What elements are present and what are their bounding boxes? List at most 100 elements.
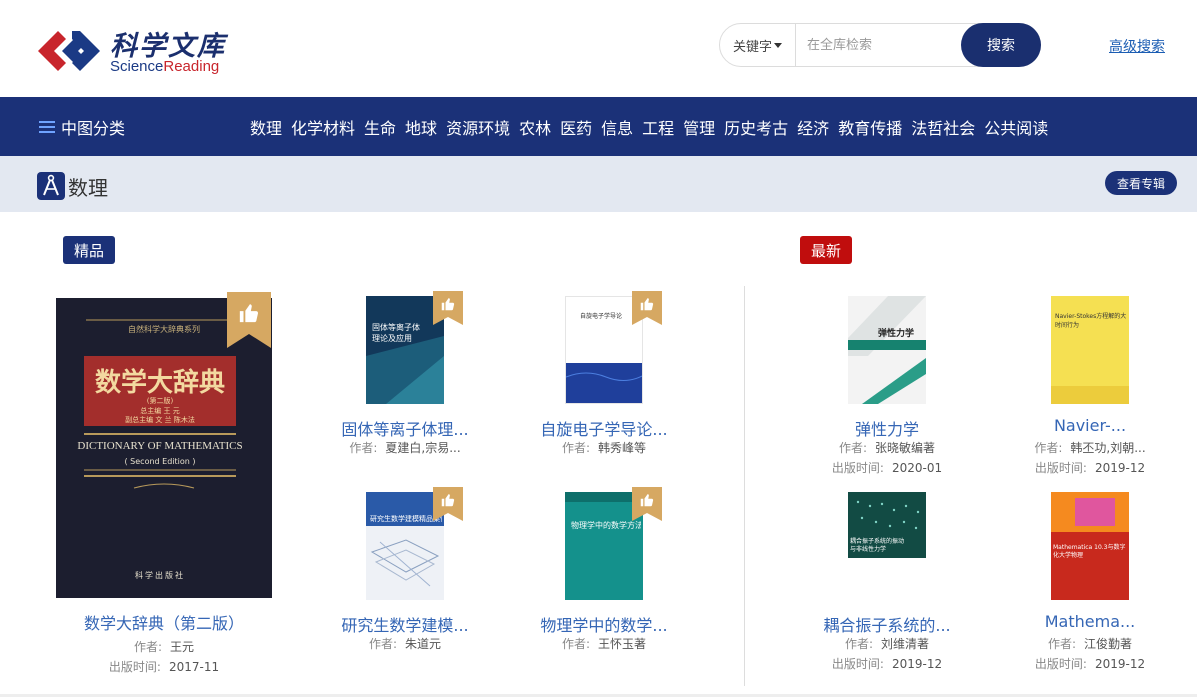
author-label: 作者: — [1047, 637, 1077, 651]
book-title-4[interactable]: 物理学中的数学... — [529, 612, 679, 636]
logo-en-science: Science — [110, 58, 164, 75]
cover-text: 物理学中的数学方法 — [571, 521, 641, 530]
latest-date-4: 出版时间: 2019-12 — [1015, 655, 1165, 672]
latest-cover-1[interactable]: 弹性力学 — [848, 296, 926, 404]
cover-text: 固体等离子体理论及应用 — [372, 323, 420, 343]
cover-text: 耦合振子系统的振动与非线性力学 — [850, 538, 905, 553]
cover-edition-en: ( Second Edition ) — [124, 457, 196, 466]
cover-text: Mathematica 10.3与数字化大学物理 — [1053, 544, 1126, 559]
author-value: 韩秀峰等 — [598, 441, 647, 455]
nav-item-history[interactable]: 历史考古 — [724, 115, 788, 139]
thumbs-up-icon — [640, 298, 654, 311]
recommend-ribbon-1 — [433, 291, 463, 325]
view-special-button[interactable]: 查看专辑 — [1105, 171, 1177, 195]
logo-mark-icon — [38, 31, 100, 71]
latest-author-2: 作者: 韩丕功,刘朝... — [1015, 439, 1165, 456]
featured-tag: 精品 — [63, 236, 116, 264]
recommend-ribbon-main — [227, 292, 271, 348]
section-header: 数理 — [0, 156, 1197, 212]
nav-item-agriculture[interactable]: 农林 — [519, 115, 551, 139]
latest-author-4: 作者: 江俊勤著 — [1015, 635, 1165, 652]
latest-cover-4[interactable]: Mathematica 10.3与数字化大学物理 — [1051, 492, 1129, 600]
cover-title-cn: 数学大辞典 — [94, 368, 225, 398]
column-divider — [744, 286, 745, 686]
date-label: 出版时间: — [108, 660, 161, 674]
category-nav: 中图分类 数理 化学材料 生命 地球 资源环境 农林 医药 信息 工程 管理 历… — [0, 97, 1197, 156]
author-label: 作者: — [844, 637, 874, 651]
nav-item-engineering[interactable]: 工程 — [642, 115, 674, 139]
latest-cover-2[interactable]: Navier-Stokes方程解的大时间行为 — [1051, 296, 1129, 404]
latest-title-2[interactable]: Navier-... — [1015, 416, 1165, 435]
date-label: 出版时间: — [831, 657, 884, 671]
site-logo[interactable]: 科学文库 ScienceReading — [38, 24, 238, 78]
book-title-2[interactable]: 自旋电子学导论... — [529, 416, 679, 440]
date-label: 出版时间: — [1034, 657, 1087, 671]
cover-publisher: 科学出版社 — [135, 571, 185, 580]
book-author-1: 作者: 夏建白,宗易... — [330, 439, 480, 456]
search-button[interactable]: 搜索 — [961, 23, 1041, 67]
nav-item-shuli[interactable]: 数理 — [250, 115, 282, 139]
nav-item-medicine[interactable]: 医药 — [560, 115, 592, 139]
latest-author-1: 作者: 张晓敏编著 — [812, 439, 962, 456]
book-title-main[interactable]: 数学大辞典（第二版） — [56, 610, 272, 634]
book-cover-art — [848, 296, 926, 404]
recommend-ribbon-4 — [632, 487, 662, 521]
thumbs-up-icon — [441, 494, 455, 507]
date-value: 2019-12 — [891, 657, 943, 671]
latest-author-3: 作者: 刘维清著 — [812, 635, 962, 652]
book-title-3[interactable]: 研究生数学建模... — [330, 612, 480, 636]
date-label: 出版时间: — [831, 461, 884, 475]
thumbs-up-icon — [441, 298, 455, 311]
cover-editor-2: 副总主编 文 兰 陈木法 — [125, 416, 195, 424]
book-author-main: 作者: 王元 — [56, 638, 272, 655]
nav-item-management[interactable]: 管理 — [683, 115, 715, 139]
recommend-ribbon-2 — [632, 291, 662, 325]
category-menu-label: 中图分类 — [61, 118, 126, 138]
category-menu-button[interactable]: 中图分类 — [39, 97, 125, 156]
nav-item-public-reading[interactable]: 公共阅读 — [984, 115, 1048, 139]
logo-text-en: ScienceReading — [110, 58, 219, 75]
nav-item-economics[interactable]: 经济 — [797, 115, 829, 139]
author-value: 夏建白,宗易... — [385, 441, 461, 455]
author-label: 作者: — [368, 637, 398, 651]
book-author-2: 作者: 韩秀峰等 — [529, 439, 679, 456]
latest-date-1: 出版时间: 2020-01 — [812, 459, 962, 476]
date-value: 2019-12 — [1094, 657, 1146, 671]
author-value: 朱道元 — [405, 637, 442, 651]
latest-title-4[interactable]: Mathema... — [1015, 612, 1165, 631]
nav-item-law[interactable]: 法哲社会 — [911, 115, 975, 139]
author-value: 王怀玉著 — [598, 637, 647, 651]
search-input[interactable] — [797, 25, 957, 65]
author-value: 王元 — [170, 640, 195, 654]
cover-text: 自旋电子学导论 — [580, 313, 623, 320]
nav-item-education[interactable]: 教育传播 — [838, 115, 902, 139]
advanced-search-link[interactable]: 高级搜索 — [1109, 36, 1165, 56]
cover-text: Navier-Stokes方程解的大时间行为 — [1055, 313, 1127, 329]
nav-item-earth[interactable]: 地球 — [405, 115, 437, 139]
latest-date-3: 出版时间: 2019-12 — [812, 655, 962, 672]
book-date-main: 出版时间: 2017-11 — [56, 658, 272, 675]
author-label: 作者: — [1034, 441, 1063, 455]
nav-item-information[interactable]: 信息 — [601, 115, 633, 139]
thumbs-up-icon — [640, 494, 654, 507]
date-value: 2017-11 — [168, 660, 220, 674]
latest-title-3[interactable]: 耦合振子系统的... — [812, 612, 962, 636]
cover-text: 弹性力学 — [878, 329, 915, 339]
search-box: 关键字 搜索 — [719, 23, 1041, 67]
book-author-4: 作者: 王怀玉著 — [529, 635, 679, 652]
latest-title-1[interactable]: 弹性力学 — [812, 416, 962, 440]
latest-tag: 最新 — [800, 236, 853, 264]
author-label: 作者: — [561, 637, 591, 651]
search-type-select[interactable]: 关键字 — [720, 24, 796, 66]
author-label: 作者: — [349, 441, 378, 455]
nav-item-life[interactable]: 生命 — [364, 115, 396, 139]
nav-item-resources[interactable]: 资源环境 — [446, 115, 510, 139]
compass-icon — [37, 172, 65, 200]
author-label: 作者: — [561, 441, 591, 455]
latest-cover-3[interactable]: 耦合振子系统的振动与非线性力学 — [848, 492, 926, 576]
logo-en-reading: Reading — [163, 58, 220, 75]
nav-item-chemistry[interactable]: 化学材料 — [291, 115, 355, 139]
book-title-1[interactable]: 固体等离子体理... — [330, 416, 480, 440]
nav-items: 数理 化学材料 生命 地球 资源环境 农林 医药 信息 工程 管理 历史考古 经… — [250, 97, 1057, 156]
cover-title-en: DICTIONARY OF MATHEMATICS — [77, 440, 243, 452]
